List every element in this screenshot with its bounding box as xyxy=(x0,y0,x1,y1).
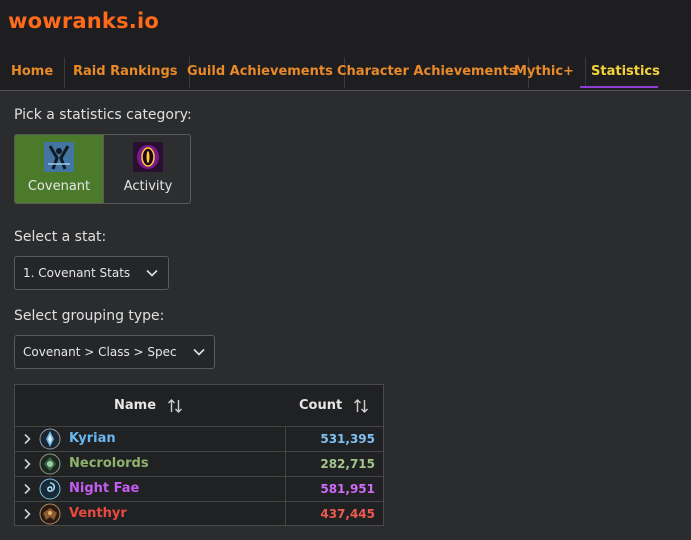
grouping-prompt: Select grouping type: xyxy=(14,308,165,324)
row-name[interactable]: Kyrian xyxy=(69,431,116,446)
table-row[interactable]: Necrolords 282,715 xyxy=(15,451,383,477)
sort-icon[interactable] xyxy=(167,398,183,414)
table-row[interactable]: Night Fae 581,951 xyxy=(15,476,383,502)
category-label: Covenant xyxy=(27,179,91,194)
sort-icon[interactable] xyxy=(353,398,369,414)
stats-table: Name Count Kyrian 531,395 Necrolords 282… xyxy=(14,384,384,527)
stat-select[interactable]: 1. Covenant Stats xyxy=(14,256,169,290)
row-name[interactable]: Necrolords xyxy=(69,456,149,471)
necrolords-icon xyxy=(39,453,61,475)
chevron-right-icon[interactable] xyxy=(21,483,33,495)
name-cell: Kyrian xyxy=(15,427,286,452)
chevron-right-icon[interactable] xyxy=(21,433,33,445)
chevron-down-icon xyxy=(146,269,158,277)
grouping-select[interactable]: Covenant > Class > Spec xyxy=(14,335,215,369)
grouping-select-value: Covenant > Class > Spec xyxy=(23,345,177,359)
category-picker: Covenant Activity xyxy=(14,134,191,204)
category-prompt: Pick a statistics category: xyxy=(14,107,192,123)
nav-mythic-plus[interactable]: Mythic+ xyxy=(503,57,586,88)
kyrian-icon xyxy=(39,428,61,450)
stat-prompt: Select a stat: xyxy=(14,229,107,245)
site-logo[interactable]: wowranks.io xyxy=(8,9,159,33)
category-covenant[interactable]: Covenant xyxy=(15,135,103,203)
column-header-name[interactable]: Name xyxy=(114,385,156,426)
site-header: wowranks.io Home Raid Rankings Guild Ach… xyxy=(0,0,691,91)
category-label: Activity xyxy=(123,179,173,194)
stat-select-value: 1. Covenant Stats xyxy=(23,266,131,280)
row-name[interactable]: Night Fae xyxy=(69,481,139,496)
main-nav: Home Raid Rankings Guild Achievements Ch… xyxy=(0,57,691,91)
row-name[interactable]: Venthyr xyxy=(69,506,127,521)
night-fae-icon xyxy=(39,478,61,500)
table-row[interactable]: Kyrian 531,395 xyxy=(15,426,383,452)
row-count: 437,445 xyxy=(320,507,375,521)
venthyr-icon xyxy=(39,503,61,525)
name-cell: Necrolords xyxy=(15,452,286,477)
nav-character-achievements[interactable]: Character Achievements xyxy=(326,57,529,88)
category-activity[interactable]: Activity xyxy=(103,135,190,203)
chevron-right-icon[interactable] xyxy=(21,508,33,520)
nav-home[interactable]: Home xyxy=(0,57,66,88)
table-row[interactable]: Venthyr 437,445 xyxy=(15,501,383,527)
name-cell: Night Fae xyxy=(15,477,286,502)
activity-icon xyxy=(133,142,163,172)
name-cell: Venthyr xyxy=(15,502,286,527)
row-count: 581,951 xyxy=(320,482,375,496)
nav-guild-achievements[interactable]: Guild Achievements xyxy=(176,57,345,88)
chevron-down-icon xyxy=(193,348,205,356)
row-count: 531,395 xyxy=(320,432,375,446)
chevron-right-icon[interactable] xyxy=(21,458,33,470)
row-count: 282,715 xyxy=(320,457,375,471)
covenant-icon xyxy=(44,142,74,172)
nav-statistics[interactable]: Statistics xyxy=(580,57,660,88)
column-header-count[interactable]: Count xyxy=(299,385,342,426)
nav-raid-rankings[interactable]: Raid Rankings xyxy=(62,57,190,88)
